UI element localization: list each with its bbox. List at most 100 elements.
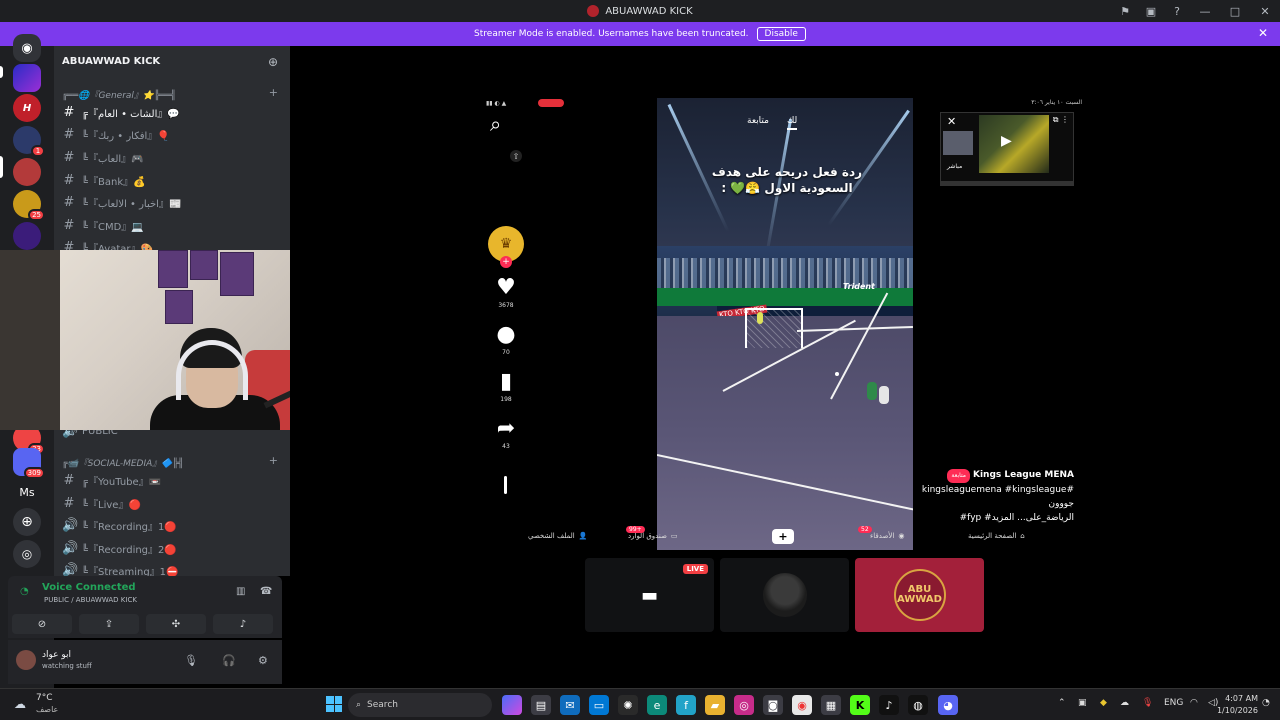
nav-profile[interactable]: 👤 الملف الشخصي [528, 532, 587, 540]
volume-bar[interactable] [504, 476, 507, 494]
tray-app-icon[interactable]: ▣ [1078, 698, 1087, 708]
user-name[interactable]: ابو عواد [42, 650, 71, 660]
voice-channel-item[interactable]: 🔊 ╚『Recording』1🔴 [62, 516, 282, 534]
settings-gear-icon[interactable]: ⚙ [258, 654, 268, 667]
discord-icon[interactable]: ◕ [938, 695, 958, 715]
server-icon[interactable]: 309 [13, 448, 45, 479]
server-icon[interactable] [13, 64, 41, 92]
share-screen-button[interactable]: ⇪ [79, 614, 139, 634]
like-action[interactable]: ♥ 3678 [488, 276, 524, 310]
tiktok-icon[interactable]: ♪ [879, 695, 899, 715]
comment-action[interactable]: ● 70 [488, 323, 524, 357]
create-button[interactable]: + [772, 529, 794, 544]
save-action[interactable]: ▮ 198 [488, 370, 524, 404]
follow-plus-icon[interactable]: + [500, 256, 512, 268]
server-icon[interactable]: 1 [13, 126, 45, 157]
channel-item[interactable]: # ╔『الشات • العام』💬 [62, 103, 282, 121]
search-icon[interactable]: ⌕ [490, 112, 501, 136]
notification-bell-icon[interactable]: ◔ [1262, 698, 1270, 708]
soundboard-button[interactable]: ♪ [213, 614, 273, 634]
weather-widget[interactable]: 7°C عاصف [14, 693, 58, 715]
monitor-icon[interactable]: ▣ [1138, 0, 1164, 22]
instagram-icon[interactable]: ◎ [734, 695, 754, 715]
chevron-up-icon[interactable]: ⌃ [1058, 698, 1066, 708]
help-icon[interactable]: ? [1164, 0, 1190, 22]
disconnect-icon[interactable]: ☎ [260, 586, 272, 597]
voice-status[interactable]: Voice Connected [42, 582, 136, 593]
author-name[interactable]: Kings League MENA [973, 470, 1074, 480]
add-channel-icon[interactable]: + [269, 454, 278, 467]
maximize-icon[interactable]: □ [1220, 0, 1250, 22]
expand-icon[interactable]: ⧉ ⋮ [1053, 115, 1069, 125]
follow-button[interactable]: متابعة [947, 469, 970, 483]
mini-player[interactable]: ▶ ✕ ⧉ ⋮ مباشر [940, 112, 1074, 186]
stream-tile-camera[interactable] [720, 558, 849, 632]
voice-channel-name[interactable]: PUBLIC / ABUAWWAD KICK [44, 596, 137, 604]
avatar[interactable] [16, 650, 36, 670]
play-icon[interactable]: ▶ [1001, 133, 1012, 149]
edge-icon[interactable]: e [647, 695, 667, 715]
channel-item[interactable]: # ╚『افكار • ربك』🎈 [62, 125, 282, 143]
headphones-icon[interactable]: 🎧 [222, 654, 236, 667]
video-player[interactable]: Trident KTO KTO KTO متابعة لك ردة فعل در… [657, 98, 913, 550]
stream-tile-user[interactable]: ABU AWWAD [855, 558, 984, 632]
app-icon[interactable]: f [676, 695, 696, 715]
language-indicator[interactable]: ENG [1164, 698, 1183, 708]
server-icon[interactable] [13, 222, 41, 250]
noise-suppression-icon[interactable]: ▥ [236, 586, 245, 597]
store-icon[interactable]: ▤ [531, 695, 551, 715]
mail-icon[interactable]: ▭ [589, 695, 609, 715]
tray-app-icon[interactable]: ◆ [1100, 698, 1107, 708]
server-icon[interactable] [13, 158, 41, 186]
tab-following[interactable]: متابعة [747, 116, 769, 130]
voice-channel-item[interactable]: 🔊 ╚『Recording』2🔴 [62, 539, 282, 557]
channel-item[interactable]: # ╚『Live』🔴 [62, 494, 282, 512]
channel-item[interactable]: # ╔『YouTube』📼 [62, 471, 282, 489]
file-explorer-icon[interactable]: ▰ [705, 695, 725, 715]
nav-inbox[interactable]: ▭ صندوق الوارد [628, 532, 678, 540]
channel-item[interactable]: # ╚『CMD』💻 [62, 216, 282, 234]
tab-for-you[interactable]: لك [786, 116, 798, 130]
voice-channel-item[interactable]: 🔊 ╚『Streaming』1⛔ [62, 561, 282, 577]
copilot-icon[interactable] [502, 695, 522, 715]
guild-name[interactable]: ABUAWWAD KICK [62, 56, 160, 67]
activities-button[interactable]: ✣ [146, 614, 206, 634]
nav-friends[interactable]: ◉ الأصدقاء [870, 532, 904, 540]
wifi-icon[interactable]: ◠ [1190, 698, 1198, 708]
chrome-icon[interactable]: ◉ [792, 695, 812, 715]
microphone-icon[interactable]: 🎙 [184, 654, 198, 667]
taskbar-search[interactable]: ⌕ Search [348, 693, 492, 717]
invite-icon[interactable]: ⊕ [268, 55, 278, 69]
windows-start-icon[interactable] [326, 696, 342, 712]
server-icon[interactable]: H [13, 94, 41, 122]
channel-item[interactable]: # ╚『العاب』🎮 [62, 148, 282, 166]
disable-button[interactable]: Disable [756, 27, 806, 41]
mic-tray-icon[interactable]: 🎙 [1142, 698, 1153, 708]
kick-icon[interactable]: K [850, 695, 870, 715]
flag-icon[interactable]: ⚑ [1112, 0, 1138, 22]
minimize-icon[interactable]: — [1190, 0, 1220, 22]
category-social-media[interactable]: ╔📹『SOCIAL-MEDIA』🔷╠╣ [62, 456, 183, 469]
camera-off-button[interactable]: ⊘ [12, 614, 72, 634]
server-icon[interactable]: 25 [13, 190, 45, 221]
add-channel-icon[interactable]: + [269, 86, 278, 99]
upload-arrow-icon[interactable]: ⇧ [510, 150, 522, 162]
close-mini-icon[interactable]: ✕ [947, 115, 956, 128]
outlook-icon[interactable]: ✉ [560, 695, 580, 715]
mini-progress-bar[interactable] [941, 181, 1073, 185]
channel-item[interactable]: # ╚『اخبار • الالعاب』📰 [62, 193, 282, 211]
obs-icon[interactable]: ◍ [908, 695, 928, 715]
stream-tile-screen[interactable]: LIVE ▬ [585, 558, 714, 632]
camera-icon[interactable]: ◙ [763, 695, 783, 715]
app-icon[interactable]: ▦ [821, 695, 841, 715]
banner-close-icon[interactable]: ✕ [1258, 26, 1268, 40]
server-ms[interactable]: Ms [13, 478, 41, 506]
nav-home[interactable]: ⌂ الصفحة الرئيسية [968, 532, 1025, 540]
explore-icon[interactable]: ◎ [13, 540, 41, 568]
chatgpt-icon[interactable]: ✺ [618, 695, 638, 715]
category-general[interactable]: ╔══🌐『General』⭐╠══╣ [62, 88, 176, 101]
discord-home-icon[interactable]: ◉ [13, 34, 41, 62]
channel-item[interactable]: # ╚『Bank』💰 [62, 171, 282, 189]
close-icon[interactable]: ✕ [1250, 0, 1280, 22]
tray-app-icon[interactable]: ☁ [1120, 698, 1129, 708]
